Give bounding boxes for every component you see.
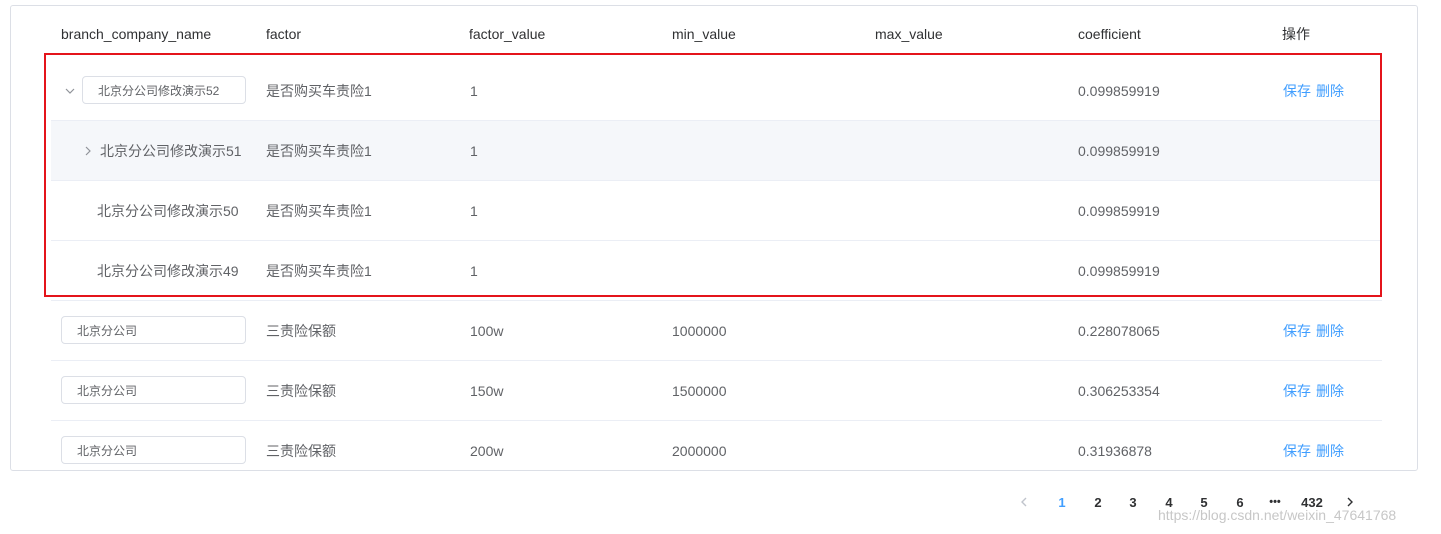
factor-cell: 三责险保额 bbox=[266, 383, 336, 399]
branch-name-input[interactable]: 北京分公司修改演示52 bbox=[82, 76, 246, 104]
min-value-cell: 1000000 bbox=[672, 323, 727, 339]
table-card: branch_company_name factor factor_value … bbox=[10, 5, 1418, 471]
coefficient-cell: 0.099859919 bbox=[1078, 143, 1160, 159]
chevron-right-icon[interactable] bbox=[81, 121, 95, 181]
watermark: https://blog.csdn.net/weixin_47641768 bbox=[1158, 507, 1397, 523]
save-button[interactable]: 保存 bbox=[1283, 81, 1311, 101]
coefficient-cell: 0.099859919 bbox=[1078, 203, 1160, 219]
column-header-branch-company-name[interactable]: branch_company_name bbox=[61, 26, 211, 42]
actions-cell: 保存 删除 bbox=[1283, 61, 1344, 121]
factor-cell: 是否购买车责险1 bbox=[266, 143, 372, 159]
factor-value-cell: 1 bbox=[470, 83, 478, 99]
factor-cell: 是否购买车责险1 bbox=[266, 203, 372, 219]
branch-name-input[interactable]: 北京分公司 bbox=[61, 316, 246, 344]
column-header-max-value[interactable]: max_value bbox=[875, 26, 943, 42]
column-header-factor-value[interactable]: factor_value bbox=[469, 26, 545, 42]
delete-button[interactable]: 删除 bbox=[1316, 321, 1344, 341]
column-header-min-value[interactable]: min_value bbox=[672, 26, 736, 42]
actions-cell: 保存 删除 bbox=[1283, 421, 1344, 472]
factor-value-cell: 150w bbox=[470, 383, 504, 399]
table-row: 北京分公司修改演示49 是否购买车责险1 1 0.099859919 bbox=[51, 241, 1382, 301]
branch-name-cell: 北京分公司修改演示49 bbox=[97, 263, 239, 279]
actions-cell: 保存 删除 bbox=[1283, 301, 1344, 361]
coefficient-cell: 0.306253354 bbox=[1078, 383, 1160, 399]
branch-name-input[interactable]: 北京分公司 bbox=[61, 376, 246, 404]
coefficient-cell: 0.099859919 bbox=[1078, 83, 1160, 99]
factor-cell: 是否购买车责险1 bbox=[266, 263, 372, 279]
table-header: branch_company_name factor factor_value … bbox=[51, 6, 1382, 61]
factor-cell: 三责险保额 bbox=[266, 323, 336, 339]
table-row: 北京分公司修改演示52 是否购买车责险1 1 0.099859919 保存 删除 bbox=[51, 61, 1382, 121]
table-row: 北京分公司 三责险保额 100w 1000000 0.228078065 保存 … bbox=[51, 301, 1382, 361]
factor-cell: 是否购买车责险1 bbox=[266, 83, 372, 99]
branch-name-cell: 北京分公司修改演示50 bbox=[97, 203, 239, 219]
save-button[interactable]: 保存 bbox=[1283, 321, 1311, 341]
delete-button[interactable]: 删除 bbox=[1316, 441, 1344, 461]
save-button[interactable]: 保存 bbox=[1283, 441, 1311, 461]
column-header-actions: 操作 bbox=[1282, 26, 1310, 42]
branch-name-cell: 北京分公司修改演示51 bbox=[100, 143, 242, 159]
table-row: 北京分公司修改演示51 是否购买车责险1 1 0.099859919 bbox=[51, 121, 1382, 181]
factor-value-cell: 100w bbox=[470, 323, 504, 339]
factor-value-cell: 200w bbox=[470, 443, 504, 459]
factor-cell: 三责险保额 bbox=[266, 443, 336, 459]
branch-name-input[interactable]: 北京分公司 bbox=[61, 436, 246, 464]
coefficient-cell: 0.099859919 bbox=[1078, 263, 1160, 279]
delete-button[interactable]: 删除 bbox=[1316, 381, 1344, 401]
min-value-cell: 2000000 bbox=[672, 443, 727, 459]
column-header-coefficient[interactable]: coefficient bbox=[1078, 26, 1141, 42]
coefficient-cell: 0.31936878 bbox=[1078, 443, 1152, 459]
save-button[interactable]: 保存 bbox=[1283, 381, 1311, 401]
prev-page-button[interactable] bbox=[1013, 491, 1035, 513]
table-row: 北京分公司 三责险保额 200w 2000000 0.31936878 保存 删… bbox=[51, 421, 1382, 472]
page-3-button[interactable]: 3 bbox=[1122, 491, 1144, 513]
chevron-down-icon[interactable] bbox=[63, 61, 77, 121]
factor-value-cell: 1 bbox=[470, 143, 478, 159]
coefficient-cell: 0.228078065 bbox=[1078, 323, 1160, 339]
page-2-button[interactable]: 2 bbox=[1087, 491, 1109, 513]
delete-button[interactable]: 删除 bbox=[1316, 81, 1344, 101]
min-value-cell: 1500000 bbox=[672, 383, 727, 399]
data-table: branch_company_name factor factor_value … bbox=[51, 6, 1382, 472]
factor-value-cell: 1 bbox=[470, 263, 478, 279]
actions-cell: 保存 删除 bbox=[1283, 361, 1344, 421]
table-row: 北京分公司修改演示50 是否购买车责险1 1 0.099859919 bbox=[51, 181, 1382, 241]
table-row: 北京分公司 三责险保额 150w 1500000 0.306253354 保存 … bbox=[51, 361, 1382, 421]
column-header-factor[interactable]: factor bbox=[266, 26, 301, 42]
page-1-button[interactable]: 1 bbox=[1051, 491, 1073, 513]
factor-value-cell: 1 bbox=[470, 203, 478, 219]
